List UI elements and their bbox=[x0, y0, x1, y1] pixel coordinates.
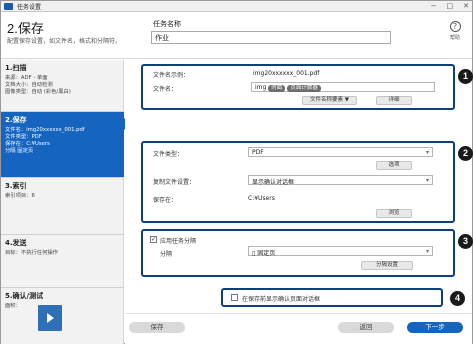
task-name-label: 任务名称 bbox=[153, 20, 181, 28]
save-in-value: C:¥Users bbox=[248, 195, 275, 202]
confirm-dialog-label: 在保存前显示确认页面对话框 bbox=[242, 296, 321, 303]
apply-separation-label: 应用任务分隔 bbox=[160, 238, 197, 245]
step-title: 3.索引 bbox=[5, 182, 27, 190]
step-detail: 分隔 固定页 bbox=[5, 148, 34, 154]
page-counter-token[interactable]: 页面计数器 bbox=[287, 85, 321, 92]
step-detail: 保存在：C:¥Users bbox=[5, 141, 50, 147]
chevron-down-icon: ▾ bbox=[425, 177, 429, 184]
filename-field[interactable]: img 时戳 页面计数器 bbox=[251, 82, 435, 92]
save-settings-panel: 文件名示例： img20xxxxxx_001.pdf 文件名： img 时戳 页面计… bbox=[125, 60, 473, 344]
filename-example-label: 文件名示例： bbox=[153, 72, 190, 79]
step-detail: 文件名：img20xxxxxx_001.pdf bbox=[5, 127, 85, 133]
page-header: 2.保存 配置保存设置，如文件名，格式和分隔符。 任务名称 作业 ? 帮助 bbox=[1, 13, 472, 59]
file-type-group: 文件类型： PDF ▾ 选项 复制文件设置： 显示确认对话框 ▾ 保存在： C:… bbox=[141, 141, 455, 223]
separator-settings-button[interactable]: 分隔设置 bbox=[361, 261, 413, 270]
step-confirm-test[interactable]: 5.确认/测试 面积： bbox=[1, 288, 124, 344]
filename-group: 文件名示例： img20xxxxxx_001.pdf 文件名： img 时戳 页面计… bbox=[141, 64, 455, 110]
help-icon: ? bbox=[449, 21, 461, 32]
filename-detail-button[interactable]: 详细 bbox=[376, 96, 412, 105]
apply-separation-checkbox[interactable]: ✓ bbox=[150, 236, 157, 243]
callout-3: 3 bbox=[458, 234, 473, 249]
close-icon[interactable]: ✕ bbox=[463, 2, 469, 10]
step-detail: 面积： bbox=[5, 303, 21, 309]
step-index[interactable]: 3.索引 索引项目：6 bbox=[1, 178, 124, 235]
step-detail: 文档大小：自动检测 bbox=[5, 82, 53, 88]
step-detail: 索引项目：6 bbox=[5, 193, 35, 199]
help-button[interactable]: ? 帮助 bbox=[446, 21, 464, 41]
file-type-value: PDF bbox=[252, 149, 264, 156]
page-title: 2.保存 bbox=[7, 21, 44, 36]
play-preview-icon[interactable] bbox=[38, 305, 62, 331]
job-separation-group: ✓ 应用任务分隔 分隔 ▯ 固定页 ▾ 分隔设置 bbox=[141, 229, 455, 277]
filename-example-value: img20xxxxxx_001.pdf bbox=[253, 70, 320, 77]
step-detail: 来源：ADF - 单面 bbox=[5, 75, 48, 81]
step-title: 4.发送 bbox=[5, 239, 27, 247]
task-settings-window: 任务设置 − □ ✕ 2.保存 配置保存设置，如文件名，格式和分隔符。 任务名称… bbox=[0, 0, 473, 344]
step-detail: 目标：不执行任何操作 bbox=[5, 250, 58, 256]
step-detail: 文件类型：PDF bbox=[5, 134, 42, 140]
step-title: 2.保存 bbox=[5, 116, 27, 124]
duplicate-file-value: 显示确认对话框 bbox=[252, 179, 295, 186]
next-button[interactable]: 下一步 bbox=[407, 322, 463, 333]
duplicate-file-label: 复制文件设置： bbox=[153, 179, 196, 186]
confirm-dialog-group: 在保存前显示确认页面对话框 bbox=[221, 288, 443, 307]
callout-2: 2 bbox=[458, 146, 473, 161]
timestamp-token[interactable]: 时戳 bbox=[268, 85, 286, 92]
back-button[interactable]: 返回 bbox=[338, 322, 394, 333]
separator-value: 固定页 bbox=[257, 250, 276, 257]
save-in-label: 保存在： bbox=[153, 197, 178, 204]
separator-label: 分隔 bbox=[160, 251, 173, 258]
file-type-label: 文件类型： bbox=[153, 151, 184, 158]
options-button[interactable]: 选项 bbox=[376, 161, 412, 170]
step-title: 1.扫描 bbox=[5, 64, 27, 72]
app-icon bbox=[4, 2, 13, 10]
save-button[interactable]: 保存 bbox=[129, 322, 185, 333]
window-controls: − □ ✕ bbox=[431, 2, 469, 10]
step-scan[interactable]: 1.扫描 来源：ADF - 单面 文档大小：自动检测 图像类型：自动 (彩色/黑… bbox=[1, 60, 124, 112]
filename-label: 文件名： bbox=[153, 86, 178, 93]
browse-button[interactable]: 浏览 bbox=[376, 209, 412, 218]
footer-divider bbox=[125, 313, 472, 314]
task-name-input[interactable]: 作业 bbox=[151, 31, 391, 44]
step-title: 5.确认/测试 bbox=[5, 292, 44, 300]
step-send[interactable]: 4.发送 目标：不执行任何操作 bbox=[1, 235, 124, 288]
chevron-down-icon: ▾ bbox=[425, 149, 429, 156]
chevron-down-icon: ▾ bbox=[425, 248, 429, 255]
minimize-icon[interactable]: − bbox=[431, 2, 437, 10]
file-type-select[interactable]: PDF ▾ bbox=[248, 147, 433, 157]
step-sidebar: 1.扫描 来源：ADF - 单面 文档大小：自动检测 图像类型：自动 (彩色/黑… bbox=[1, 60, 130, 344]
step-save[interactable]: 2.保存 文件名：img20xxxxxx_001.pdf 文件类型：PDF 保存… bbox=[1, 112, 130, 178]
window-title: 任务设置 bbox=[17, 3, 42, 11]
title-bar: 任务设置 − □ ✕ bbox=[1, 1, 472, 12]
page-subtitle: 配置保存设置，如文件名，格式和分隔符。 bbox=[7, 38, 122, 45]
confirm-dialog-checkbox[interactable] bbox=[231, 294, 238, 301]
callout-4: 4 bbox=[450, 291, 465, 306]
callout-1: 1 bbox=[458, 69, 473, 84]
duplicate-file-select[interactable]: 显示确认对话框 ▾ bbox=[248, 175, 433, 186]
step-detail: 图像类型：自动 (彩色/黑白) bbox=[5, 89, 71, 95]
filename-prefix: img bbox=[255, 84, 267, 91]
help-label: 帮助 bbox=[449, 35, 460, 41]
separator-select[interactable]: ▯ 固定页 ▾ bbox=[248, 246, 433, 257]
maximize-icon[interactable]: □ bbox=[447, 2, 454, 10]
filename-elements-button[interactable]: 文件名称要素 ▼ bbox=[302, 96, 357, 105]
